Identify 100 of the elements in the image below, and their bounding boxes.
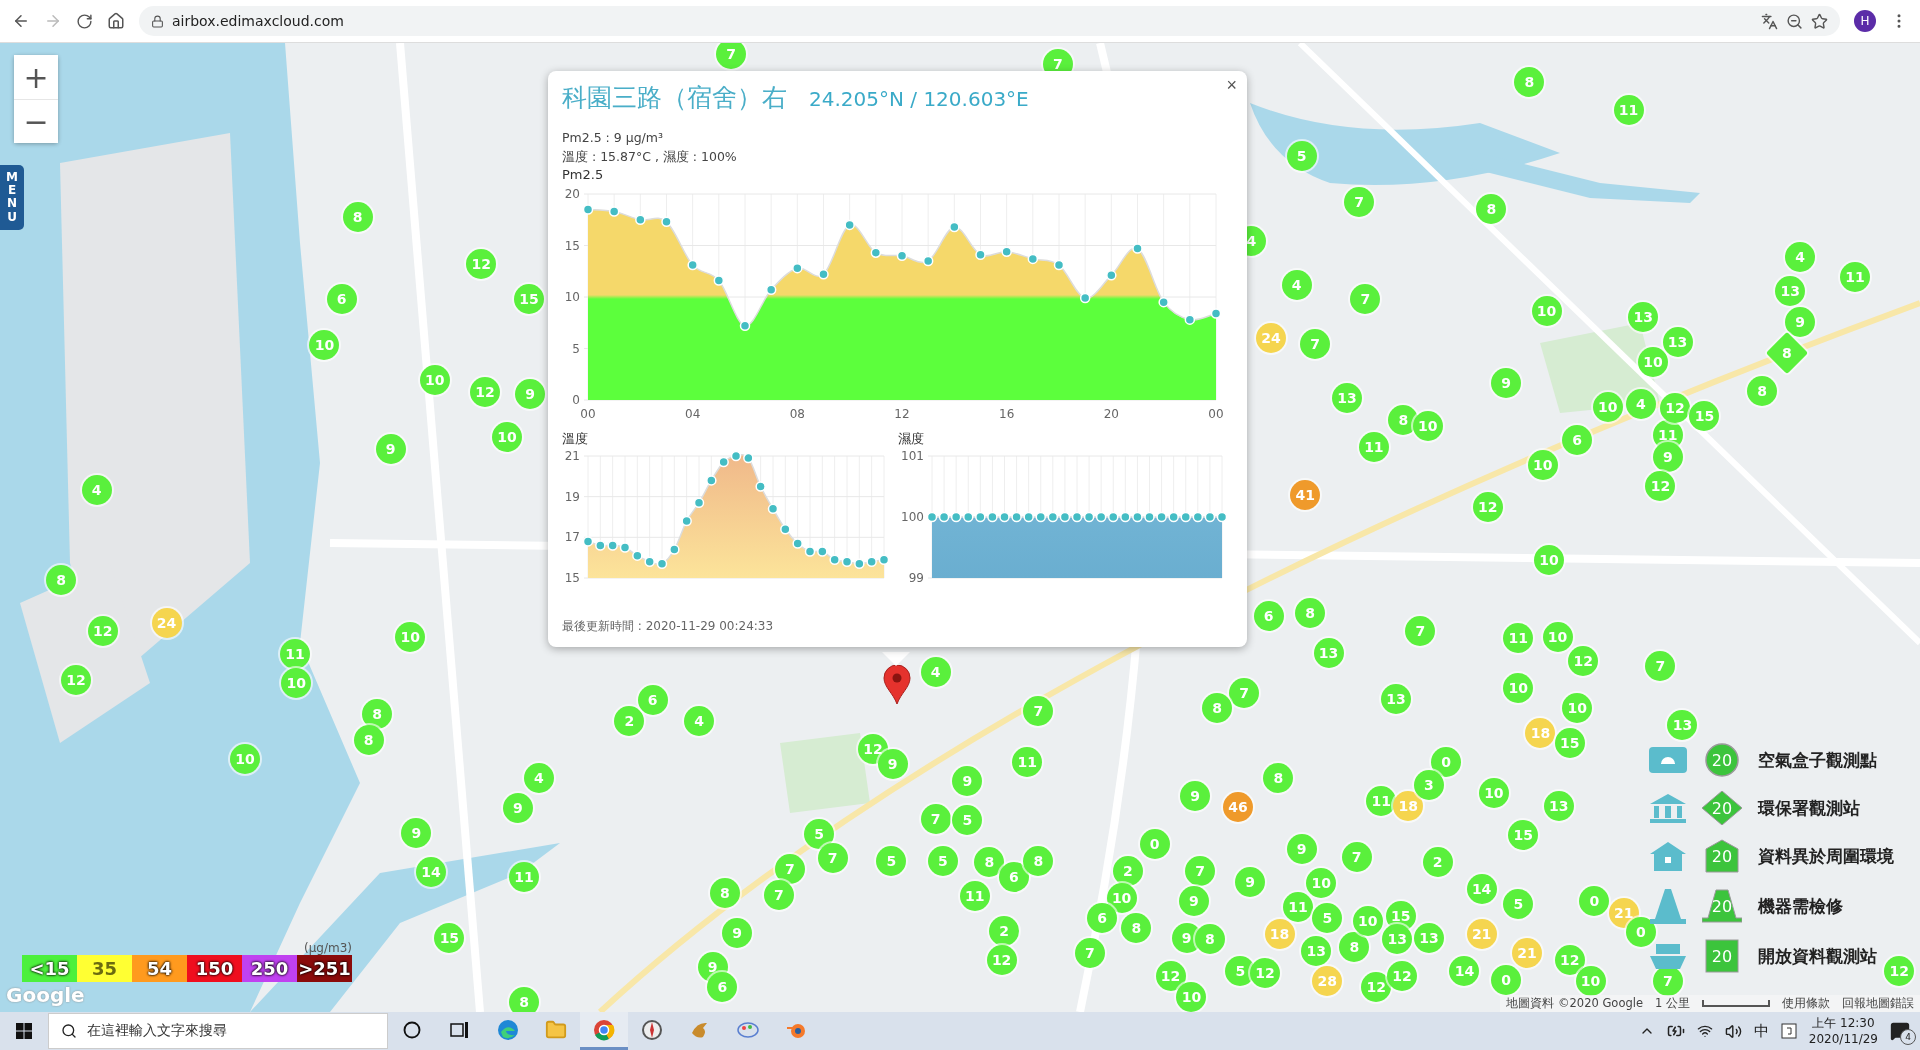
data-point bbox=[661, 216, 672, 228]
url-text: airbox.edimaxcloud.com bbox=[172, 13, 345, 29]
data-point bbox=[1095, 511, 1107, 523]
axis-label: 00 bbox=[1208, 407, 1224, 421]
location-pin-icon bbox=[883, 665, 911, 705]
home-icon[interactable] bbox=[107, 12, 125, 30]
data-point bbox=[607, 540, 618, 551]
menu-tab[interactable]: MENU bbox=[0, 165, 24, 230]
wifi-icon[interactable] bbox=[1696, 1023, 1713, 1039]
data-point bbox=[999, 511, 1010, 523]
data-point bbox=[1108, 511, 1119, 523]
data-point bbox=[619, 542, 631, 553]
axis-label: 00 bbox=[580, 407, 596, 421]
chrome-icon[interactable] bbox=[593, 1018, 615, 1041]
data-point bbox=[681, 515, 692, 527]
data-point bbox=[792, 262, 803, 274]
data-point bbox=[1158, 296, 1169, 308]
data-point bbox=[687, 259, 698, 271]
lock-icon bbox=[151, 14, 164, 28]
data-point bbox=[656, 558, 668, 569]
clock[interactable]: 上午 12:30 2020/11/29 bbox=[1808, 1015, 1878, 1047]
axis-label: 17 bbox=[564, 530, 580, 545]
volume-icon[interactable] bbox=[1724, 1022, 1742, 1040]
search-icon bbox=[61, 1023, 77, 1039]
axis-label: 08 bbox=[789, 407, 805, 421]
address-bar[interactable]: airbox.edimaxcloud.com bbox=[139, 6, 1840, 36]
data-point bbox=[1079, 292, 1091, 304]
axis-label: 15 bbox=[564, 238, 580, 253]
axis-label: 20 bbox=[564, 187, 580, 201]
star-icon[interactable] bbox=[1811, 12, 1828, 30]
data-point bbox=[987, 511, 998, 523]
data-point bbox=[706, 475, 717, 486]
data-point bbox=[582, 204, 594, 215]
axis-label: 5 bbox=[572, 341, 580, 356]
profile-avatar[interactable]: H bbox=[1854, 10, 1876, 32]
data-point bbox=[1216, 511, 1228, 523]
axis-label: 21 bbox=[564, 449, 580, 463]
taskbar-search-field[interactable]: 在這裡輸入文字來搜尋 bbox=[48, 1013, 388, 1049]
data-point bbox=[582, 536, 594, 547]
axis-label: 15 bbox=[564, 571, 580, 585]
data-point bbox=[1011, 511, 1022, 523]
zoom-in-button[interactable]: + bbox=[14, 55, 58, 99]
zoom-out-icon[interactable] bbox=[1786, 12, 1803, 30]
coordinates: 24.205°N / 120.603°E bbox=[809, 87, 1029, 111]
cone-icon bbox=[1648, 887, 1688, 925]
data-point bbox=[755, 481, 766, 492]
data-point bbox=[870, 247, 882, 258]
data-point bbox=[595, 540, 606, 551]
data-point bbox=[1053, 259, 1065, 271]
scale-label: 1 公里 bbox=[1655, 996, 1690, 1011]
back-icon[interactable] bbox=[12, 12, 30, 30]
data-point bbox=[1192, 511, 1204, 523]
circle-icon[interactable] bbox=[403, 1020, 421, 1039]
map-logo: Google bbox=[6, 983, 85, 1007]
data-point bbox=[718, 456, 729, 468]
data-point bbox=[743, 452, 754, 464]
data-point bbox=[938, 511, 950, 523]
unit-label: (μg/m3) bbox=[304, 941, 352, 955]
data-point bbox=[1047, 511, 1059, 523]
last-updated: 最後更新時間 : 2020-11-29 00:24:33 bbox=[562, 618, 775, 635]
data-point bbox=[922, 255, 934, 267]
data-point bbox=[1156, 511, 1167, 523]
data-point bbox=[644, 556, 655, 567]
data-point bbox=[1059, 511, 1071, 523]
data-point bbox=[854, 558, 865, 569]
reload-icon[interactable] bbox=[76, 12, 93, 30]
weather-reading: 溫度 : 15.87°C , 濕度 : 100% bbox=[562, 148, 738, 166]
axis-label: 101 bbox=[901, 449, 924, 463]
map-data-credit: 地圖資料 ©2020 Google bbox=[1506, 996, 1643, 1011]
aqi-level: >251 bbox=[297, 955, 352, 982]
report-link[interactable]: 回報地圖錯誤 bbox=[1842, 996, 1914, 1011]
close-button[interactable]: × bbox=[1222, 75, 1241, 96]
scale-bar bbox=[1702, 1000, 1770, 1007]
house-icon bbox=[1648, 840, 1688, 872]
data-point bbox=[1035, 511, 1046, 523]
data-point bbox=[693, 497, 705, 508]
data-point bbox=[950, 511, 962, 523]
data-point bbox=[1106, 270, 1117, 281]
translate-icon[interactable] bbox=[1761, 12, 1778, 30]
axis-label: 16 bbox=[999, 407, 1015, 421]
aqi-level: 54 bbox=[132, 955, 187, 982]
data-point bbox=[1120, 511, 1131, 523]
keyboard-mode-icon[interactable] bbox=[1780, 1023, 1797, 1039]
legend-label: 開放資料觀測站 bbox=[1758, 944, 1878, 968]
axis-label: 20 bbox=[1103, 407, 1119, 421]
data-point bbox=[635, 214, 646, 225]
data-point bbox=[817, 546, 828, 557]
data-point bbox=[878, 554, 890, 565]
data-point bbox=[765, 284, 777, 296]
chart-title: 溫度 bbox=[562, 430, 589, 448]
data-point bbox=[1210, 308, 1222, 319]
zoom-out-button[interactable]: − bbox=[14, 99, 58, 143]
compass-icon[interactable] bbox=[641, 1018, 663, 1041]
input-method[interactable]: 中 bbox=[1753, 1021, 1769, 1041]
terms-link[interactable]: 使用條款 bbox=[1782, 996, 1830, 1011]
data-point bbox=[730, 450, 742, 462]
edge-icon[interactable] bbox=[497, 1018, 519, 1041]
task-view-icon[interactable] bbox=[450, 1020, 470, 1039]
data-point bbox=[1071, 511, 1083, 523]
data-point bbox=[829, 554, 840, 565]
